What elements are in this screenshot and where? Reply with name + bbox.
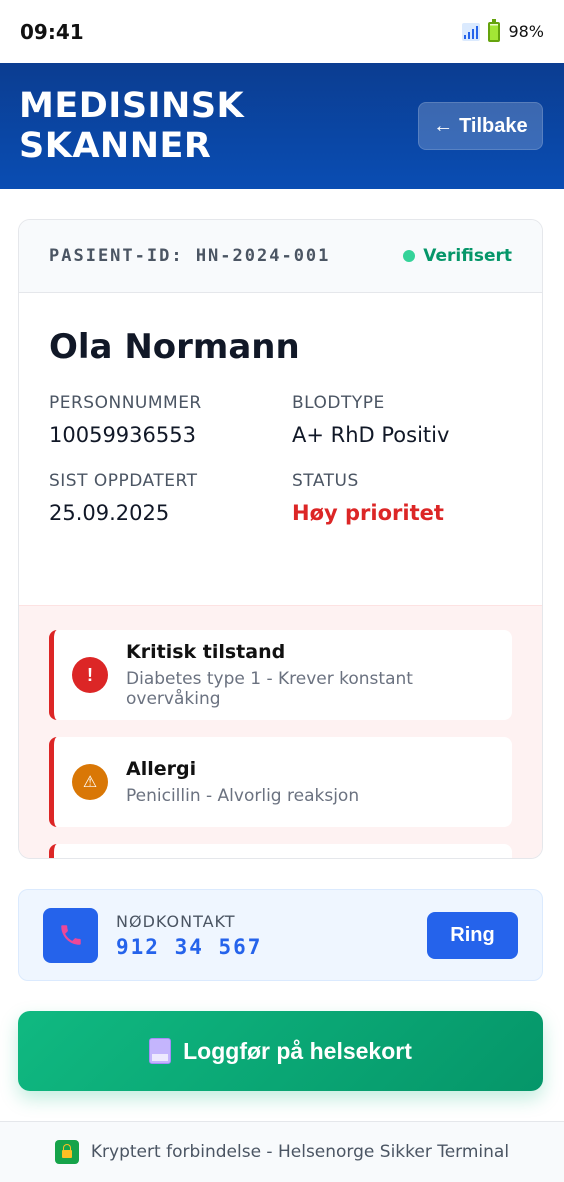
exclamation-icon: ! [72, 657, 108, 693]
updated-field: SIST OPPDATERT 25.09.2025 [49, 471, 292, 525]
patient-card: PASIENT-ID: HN-2024-001 Verifisert Ola N… [18, 219, 543, 859]
updated-value: 25.09.2025 [49, 501, 170, 525]
personnummer-label: PERSONNUMMER [49, 393, 202, 413]
warning-icon: ⚠ [72, 764, 108, 800]
contact-number[interactable]: 912 34 567 [116, 935, 427, 959]
battery-icon [488, 18, 501, 42]
footer-text: Kryptert forbindelse - Helsenorge Sikker… [90, 1142, 510, 1162]
back-button[interactable]: ← Tilbake [417, 102, 543, 150]
patient-name: Ola Normann [49, 327, 300, 367]
signal-icon [462, 22, 481, 41]
verified-badge: Verifisert [403, 246, 512, 266]
alert-title: Allergi [126, 758, 197, 780]
alert-allergy: ⚠ Allergi Penicillin - Alvorlig reaksjon [49, 737, 512, 827]
alert-title: Kritisk tilstand [126, 641, 286, 663]
health-card-icon [149, 1038, 172, 1064]
alert-partial [49, 844, 512, 858]
alert-detail: Penicillin - Alvorlig reaksjon [126, 786, 360, 806]
patient-card-header: PASIENT-ID: HN-2024-001 Verifisert [19, 220, 542, 293]
status-time: 09:41 [20, 19, 84, 44]
page-title: MEDISINSK SKANNER [19, 86, 245, 166]
updated-label: SIST OPPDATERT [49, 471, 198, 491]
status-bar: 09:41 98% [0, 0, 564, 63]
contact-label: NØDKONTAKT [116, 911, 236, 931]
verified-label: Verifisert [423, 246, 512, 266]
lock-icon [54, 1140, 79, 1164]
verified-dot-icon [403, 250, 416, 262]
blodtype-field: BLODTYPE A+ RhD Positiv [292, 393, 512, 447]
log-button-label: Loggfør på helsekort [183, 1037, 412, 1064]
status-label: STATUS [292, 471, 359, 491]
footer: Kryptert forbindelse - Helsenorge Sikker… [0, 1121, 564, 1182]
alerts-list[interactable]: ! Kritisk tilstand Diabetes type 1 - Kre… [19, 605, 542, 858]
alert-detail: Diabetes type 1 - Krever konstant overvå… [126, 669, 413, 709]
patient-id: PASIENT-ID: HN-2024-001 [49, 246, 331, 266]
personnummer-field: PERSONNUMMER 10059936553 [49, 393, 292, 447]
blodtype-label: BLODTYPE [292, 393, 385, 413]
emergency-contact: NØDKONTAKT 912 34 567 Ring [18, 889, 543, 981]
contact-info: NØDKONTAKT 912 34 567 [116, 912, 427, 959]
status-value: Høy prioritet [292, 501, 444, 525]
back-arrow-icon: ← [433, 114, 454, 137]
app-header: MEDISINSK SKANNER ← Tilbake [0, 63, 564, 189]
status-indicators: 98% [462, 18, 544, 42]
blodtype-value: A+ RhD Positiv [292, 423, 450, 447]
patient-info-grid: PERSONNUMMER 10059936553 BLODTYPE A+ RhD… [49, 393, 512, 525]
patient-details: Ola Normann PERSONNUMMER 10059936553 BLO… [19, 293, 542, 605]
battery-level: 98% [508, 22, 544, 41]
phone-icon [43, 907, 98, 963]
alert-critical: ! Kritisk tilstand Diabetes type 1 - Kre… [49, 630, 512, 720]
personnummer-value: 10059936553 [49, 423, 196, 447]
back-button-label: Tilbake [459, 114, 528, 137]
status-field: STATUS Høy prioritet [292, 471, 512, 525]
log-to-health-card-button[interactable]: Loggfør på helsekort [18, 1011, 543, 1091]
call-button[interactable]: Ring [427, 911, 518, 959]
